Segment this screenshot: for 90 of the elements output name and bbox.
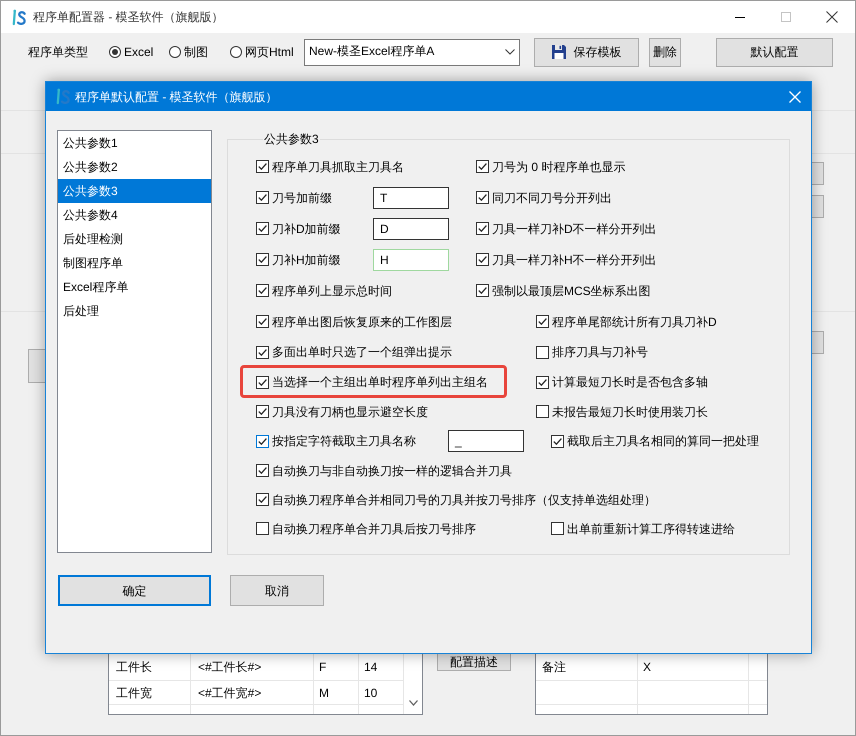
save-template-button[interactable]: 保存模板 [534, 38, 639, 66]
checkbox[interactable] [476, 160, 489, 173]
checkbox[interactable] [256, 464, 269, 477]
checkbox[interactable] [256, 315, 269, 328]
checkbox-label: 刀具没有刀柄也显示避空长度 [272, 404, 428, 420]
app-logo-icon [55, 88, 70, 105]
checkbox[interactable] [256, 284, 269, 297]
checkbox[interactable] [256, 160, 269, 173]
list-item[interactable]: 制图程序单 [58, 251, 211, 275]
radio-button[interactable] [109, 46, 121, 58]
radio-label: 网页Html [245, 44, 294, 61]
partial-button[interactable] [811, 195, 824, 218]
checkbox[interactable] [256, 522, 269, 535]
checkbox-label: 刀号为 0 时程序单也显示 [492, 158, 626, 174]
checkbox-label: 程序单列上显示总时间 [272, 282, 392, 298]
checkbox-label: 截取后主刀具名相同的算同一把处理 [567, 433, 759, 449]
table-cell: 工件宽 [109, 681, 191, 704]
toolbar-button[interactable]: 删除 [649, 38, 681, 66]
checkbox-label: 程序单出图后恢复原来的工作图层 [272, 314, 452, 330]
radio-button[interactable] [230, 46, 242, 58]
checkbox-label: 未报告最短刀长时使用装刀长 [552, 404, 708, 420]
checkbox-label: 刀补D加前缀 [272, 220, 341, 236]
radio-button[interactable] [169, 46, 181, 58]
checkbox[interactable] [551, 522, 564, 535]
partial-button[interactable] [811, 331, 824, 354]
list-item[interactable]: 公共参数2 [58, 155, 211, 179]
group-title: 公共参数3 [263, 131, 320, 147]
app-logo-icon [11, 8, 26, 26]
radio-label: Excel [124, 44, 154, 61]
checkbox-label: 排序刀具与刀补号 [552, 344, 648, 360]
checkbox-label: 自动换刀程序单合并相同刀号的刀具并按刀号排序（仅支持单选组处理） [272, 492, 656, 508]
checkbox[interactable] [256, 493, 269, 506]
minimize-icon[interactable] [735, 16, 745, 18]
table-cell: <#工件宽#> [191, 681, 314, 704]
scroll-down-icon[interactable] [408, 700, 418, 706]
checkbox-label: 计算最短刀长时是否包含多轴 [552, 374, 708, 390]
text-field[interactable]: T [373, 186, 449, 208]
radio-label: 制图 [184, 44, 208, 61]
list-item[interactable]: 公共参数4 [58, 203, 211, 227]
text-field[interactable]: D [373, 218, 449, 240]
checkbox-label: 同刀不同刀号分开列出 [492, 190, 612, 206]
list-item[interactable]: 后处理 [58, 299, 211, 323]
window-title: 程序单配置器 - 模圣软件（旗舰版） [33, 9, 224, 26]
checkbox-label: 按指定字符截取主刀具名称 [272, 433, 416, 449]
checkbox-label: 出单前重新计算工序得转速进给 [567, 520, 735, 536]
checkbox-label: 当选择一个主组出单时程序单列出主组名 [272, 374, 488, 390]
dialog-button[interactable]: 确定 [58, 575, 211, 606]
checkbox[interactable] [536, 346, 549, 358]
list-item[interactable]: 公共参数1 [58, 131, 211, 155]
checkbox-label: 刀补H加前缀 [272, 252, 341, 268]
checkbox-label: 刀具一样刀补H不一样分开列出 [492, 252, 657, 268]
checkbox-label: 自动换刀与非自动换刀按一样的逻辑合并刀具 [272, 462, 512, 478]
table-cell: M [314, 681, 359, 704]
text-field[interactable]: _ [448, 430, 524, 452]
checkbox[interactable] [256, 191, 269, 204]
checkbox-label: 自动换刀程序单合并刀具后按刀号排序 [272, 520, 476, 536]
list-item[interactable]: 后处理检测 [58, 227, 211, 251]
checkbox[interactable] [536, 405, 549, 418]
checkbox[interactable] [256, 434, 269, 448]
dialog-button[interactable]: 取消 [230, 575, 324, 606]
checkbox-label: 多面出单时只选了一个组弹出提示 [272, 344, 452, 360]
checkbox[interactable] [536, 376, 549, 388]
dialog-title: 程序单默认配置 - 模圣软件（旗舰版） [75, 88, 278, 106]
chevron-down-icon [505, 48, 515, 54]
partial-button[interactable] [811, 162, 824, 185]
checkbox[interactable] [256, 222, 269, 235]
checkbox[interactable] [476, 222, 489, 235]
checkbox[interactable] [256, 253, 269, 266]
checkbox[interactable] [256, 376, 269, 388]
describe-button[interactable]: 配置描述 [437, 654, 511, 671]
checkbox[interactable] [551, 434, 564, 448]
list-item[interactable]: Excel程序单 [58, 275, 211, 299]
checkbox[interactable] [256, 346, 269, 358]
list-item[interactable]: 公共参数3 [58, 179, 211, 203]
checkbox[interactable] [256, 405, 269, 418]
checkbox-label: 刀号加前缀 [272, 190, 332, 206]
text-field[interactable]: H [373, 248, 449, 270]
checkbox-label: 强制以最顶层MCS坐标系出图 [492, 282, 651, 298]
checkbox[interactable] [536, 315, 549, 328]
type-label: 程序单类型 [28, 44, 88, 61]
toolbar-button[interactable]: 默认配置 [716, 38, 833, 66]
template-dropdown[interactable]: New-模圣Excel程序单A [304, 38, 520, 66]
checkbox-label: 程序单刀具抓取主刀具名 [272, 158, 404, 174]
checkbox[interactable] [476, 284, 489, 297]
checkbox[interactable] [476, 253, 489, 266]
checkbox[interactable] [476, 191, 489, 204]
close-icon[interactable] [826, 11, 838, 23]
table-cell: 10 [359, 681, 404, 704]
checkbox-label: 刀具一样刀补D不一样分开列出 [492, 220, 657, 236]
checkbox-label: 程序单尾部统计所有刀具刀补D [552, 314, 717, 330]
